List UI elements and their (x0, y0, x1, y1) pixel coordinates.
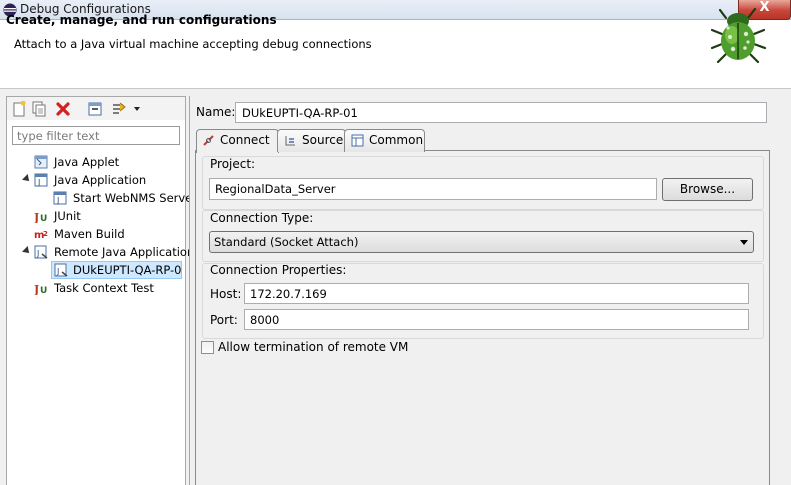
port-input[interactable]: 8000 (244, 309, 749, 330)
tree-item-label: DUkEUPTI-QA-RP-01 (73, 263, 181, 277)
svg-text:J: J (34, 283, 39, 295)
filter-icon[interactable] (111, 101, 127, 117)
svg-text:J: J (56, 196, 59, 205)
svg-text:J: J (34, 211, 39, 223)
expand-arrow-icon[interactable] (22, 174, 32, 184)
host-label: Host: (210, 287, 242, 301)
tab-connect[interactable]: Connect (196, 129, 279, 153)
tree-item-java-application[interactable]: J Java Application (7, 172, 185, 190)
tree-toolbar (7, 97, 185, 120)
java-application-icon: J (53, 191, 67, 205)
svg-text:U: U (40, 214, 47, 223)
remote-java-icon: J (54, 263, 68, 277)
tree-item-label: JUnit (54, 209, 81, 223)
tree-item-remote-java-application[interactable]: J Remote Java Application (7, 244, 194, 262)
chevron-down-icon (740, 240, 748, 245)
svg-text:J: J (56, 267, 59, 276)
dialog-header (0, 20, 791, 89)
svg-text:J: J (36, 249, 39, 258)
duplicate-icon[interactable] (31, 101, 47, 117)
source-icon (285, 136, 295, 146)
junit-icon: JU (34, 211, 47, 223)
tree-item-task-context-test[interactable]: JU Task Context Test (7, 280, 185, 298)
tree-item-label: Remote Java Application (54, 245, 195, 259)
connect-icon (203, 135, 214, 146)
allow-termination-checkbox[interactable] (201, 341, 214, 354)
tree-item-start-webnms-server[interactable]: J Start WebNMS Serve (7, 190, 192, 208)
port-label: Port: (210, 313, 238, 327)
common-icon (351, 134, 364, 147)
tree-item-label: Task Context Test (54, 281, 154, 295)
debug-bug-icon (710, 7, 767, 64)
tree-item-java-applet[interactable]: Java Applet (7, 154, 185, 172)
host-input[interactable]: 172.20.7.169 (244, 283, 749, 304)
expand-arrow-icon[interactable] (22, 246, 32, 256)
junit-icon: JU (34, 283, 47, 295)
tree-item-junit[interactable]: JU JUnit (7, 208, 185, 226)
filter-input[interactable]: type filter text (12, 126, 180, 145)
browse-button[interactable]: Browse... (662, 178, 753, 201)
project-group-title: Project: (210, 157, 256, 171)
svg-text:2: 2 (43, 230, 48, 238)
tree-item-dukeupti-qa-rp-01[interactable]: J DUkEUPTI-QA-RP-01 (51, 261, 182, 279)
java-application-icon: J (34, 173, 48, 187)
svg-text:U: U (40, 286, 47, 295)
tab-label: Source (302, 133, 344, 147)
view-menu-icon[interactable] (131, 101, 147, 117)
new-configuration-icon[interactable] (11, 101, 27, 117)
header-subtitle: Attach to a Java virtual machine accepti… (14, 37, 372, 51)
connection-type-title: Connection Type: (210, 211, 314, 225)
name-label: Name: (196, 105, 236, 119)
tree-item-label: Maven Build (54, 227, 125, 241)
tab-source[interactable]: Source (277, 129, 346, 152)
tab-label: Connect (220, 133, 270, 147)
tab-common[interactable]: Common (344, 129, 425, 152)
svg-text:J: J (37, 178, 40, 187)
collapse-all-icon[interactable] (87, 101, 103, 117)
tree-item-label: Java Application (54, 173, 147, 187)
connection-type-value: Standard (Socket Attach) (214, 235, 359, 249)
java-applet-icon (34, 155, 48, 169)
tree-item-label: Java Applet (54, 155, 120, 169)
connection-properties-title: Connection Properties: (210, 263, 347, 277)
tree-item-label: Start WebNMS Serve (73, 191, 193, 205)
header-title: Create, manage, and run configurations (6, 13, 277, 27)
tree-item-maven-build[interactable]: m2 Maven Build (7, 226, 185, 244)
project-input[interactable]: RegionalData_Server (209, 178, 657, 200)
allow-termination-label: Allow termination of remote VM (218, 340, 409, 354)
connection-type-select[interactable]: Standard (Socket Attach) (209, 231, 754, 253)
configuration-name-input[interactable]: DUkEUPTI-QA-RP-01 (235, 102, 767, 123)
delete-icon[interactable] (55, 101, 71, 117)
tab-label: Common (369, 133, 424, 147)
maven-icon: m2 (34, 230, 48, 241)
remote-java-icon: J (34, 245, 48, 259)
configuration-tree-panel: type filter text Java Applet J Java Appl… (6, 96, 194, 485)
